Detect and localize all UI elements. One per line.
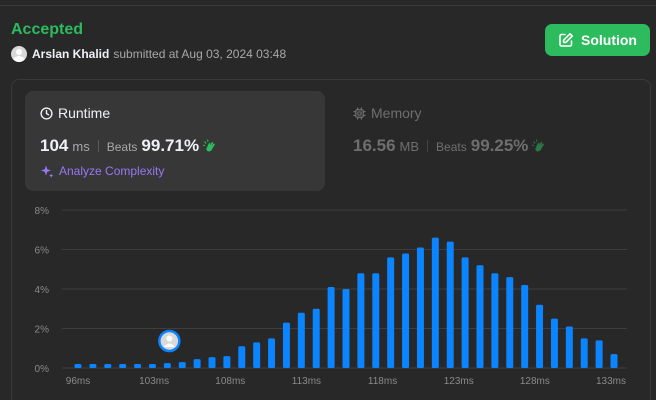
chart-bar[interactable] [238,346,246,368]
x-tick-label: 123ms [444,376,474,387]
chart-bar[interactable] [208,357,216,368]
chart-bar[interactable] [491,273,499,368]
chart-bar[interactable] [134,364,142,368]
chart-bar[interactable] [416,247,424,368]
y-tick-label: 6% [35,246,50,257]
chart-bar[interactable] [282,322,290,368]
y-tick-label: 2% [35,325,50,336]
chart-bar[interactable] [565,326,573,368]
x-tick-label: 128ms [520,376,550,387]
x-tick-label: 133ms [596,376,626,387]
chart-bar[interactable] [402,253,410,368]
chart-bar[interactable] [342,289,350,368]
x-tick-label: 96ms [66,376,90,387]
chart-bar[interactable] [476,265,484,368]
x-tick-label: 113ms [292,376,321,387]
chart-bar[interactable] [431,237,439,368]
x-tick-label: 108ms [215,376,245,387]
chart-bar[interactable] [461,257,469,368]
chart-bar[interactable] [506,277,514,368]
chart-bar[interactable] [74,364,82,368]
chart-bar[interactable] [193,359,201,368]
chart-bar[interactable] [178,362,186,368]
x-tick-label: 118ms [368,376,397,387]
chart-bar[interactable] [148,364,156,368]
chart-bar[interactable] [163,363,171,368]
chart-bar[interactable] [89,364,97,368]
chart-bar[interactable] [372,273,380,368]
chart-bar[interactable] [595,340,603,368]
chart-bar[interactable] [580,338,588,368]
chart-bar[interactable] [253,342,261,368]
y-tick-label: 4% [35,285,50,296]
chart-bar[interactable] [223,356,231,368]
chart-bar[interactable] [610,354,618,368]
y-tick-label: 8% [35,206,50,217]
x-tick-label: 103ms [139,376,169,387]
chart-bar[interactable] [119,364,127,368]
chart-bar[interactable] [268,338,276,368]
chart-bar[interactable] [312,308,320,368]
chart-bar[interactable] [521,285,529,368]
chart-bar[interactable] [297,312,305,368]
chart-bar[interactable] [536,304,544,368]
chart-bar[interactable] [327,287,335,368]
y-tick-label: 0% [35,364,50,375]
chart-bar[interactable] [104,364,112,368]
user-marker-head [166,335,173,342]
chart-bar[interactable] [357,273,365,368]
chart-bar[interactable] [387,257,395,368]
runtime-distribution-chart: 8% 6% 4% 2% 0% 96ms 103ms 108ms 113ms 118ms 123ms 1… [35,206,627,387]
chart-bar[interactable] [550,318,558,368]
chart-bar[interactable] [446,241,454,368]
